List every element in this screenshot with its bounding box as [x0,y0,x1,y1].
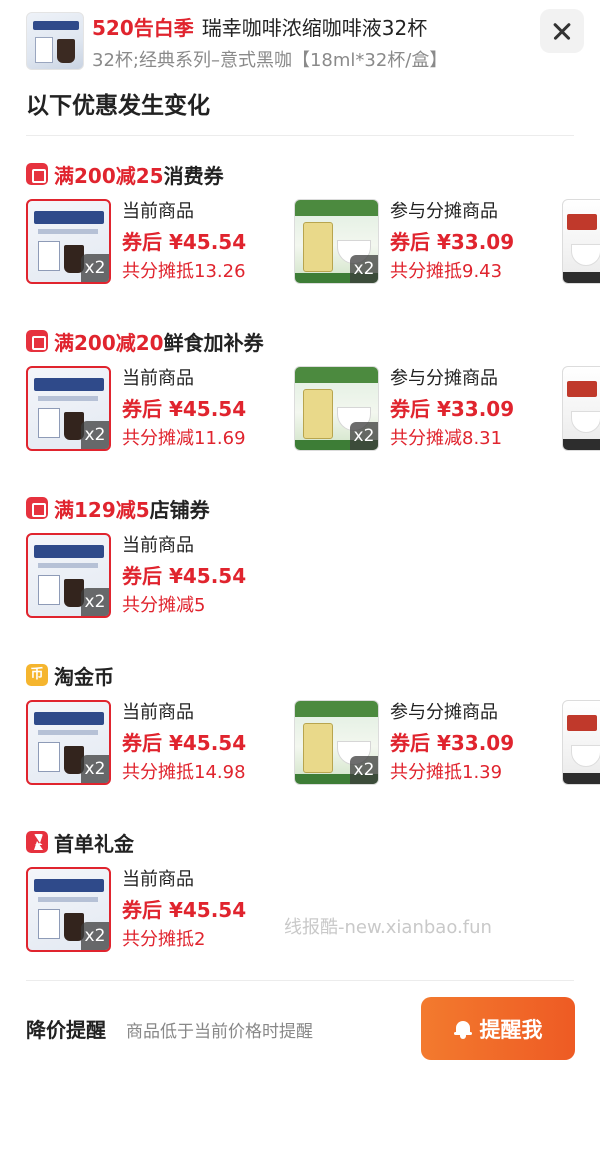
section-title-highlight: 满129减5 [54,497,150,522]
product-price: 券后 ¥45.54 [122,898,247,922]
product-spec: 32杯;经典系列–意式黑咖【18ml*32杯/盒】 [92,50,448,71]
promo-tag: 520告白季 [92,16,194,40]
page-heading: 以下优惠发生变化 [26,93,210,119]
quantity-badge: x2 [81,421,109,449]
section-title: 首单礼金 [26,829,134,856]
coupon-icon [26,163,48,185]
section-title-suffix: 淘金币 [54,664,114,689]
discount-section-fresh-food-coupon: 满200减20 鲜食加补券 x2 当前商品 券后 ¥45.54 共分摊减11.69… [0,328,600,488]
product-label: 当前商品 [122,201,194,222]
discount-section-consumer-coupon: 满200减25 消费券 x2 当前商品 券后 ¥45.54 共分摊抵13.26 x… [0,161,600,321]
coffee-product-image: x2 [26,867,111,952]
partial-product-image[interactable] [562,366,600,451]
quantity-badge: x2 [350,255,378,283]
rice-product-image: x2 [294,700,379,785]
section-title: 币 淘金币 [26,662,114,689]
share-amount: 共分摊减11.69 [122,428,246,449]
quantity-badge: x2 [350,756,378,784]
product-header: 520告白季 瑞幸咖啡浓缩咖啡液32杯 32杯;经典系列–意式黑咖【18ml*32… [0,0,600,140]
product-label: 参与分摊商品 [390,368,498,389]
product-price: 券后 ¥45.54 [122,230,247,254]
coin-icon-glyph: 币 [30,667,44,682]
product-label: 当前商品 [122,535,194,556]
remind-me-button[interactable]: 提醒我 [421,997,575,1060]
product-label: 参与分摊商品 [390,702,498,723]
coffee-product-image: x2 [26,199,111,284]
section-title: 满200减25 消费券 [26,161,224,188]
partial-product-image[interactable] [562,199,600,284]
section-title-suffix: 店铺券 [149,497,210,522]
rice-product-image: x2 [294,199,379,284]
product-price: 券后 ¥45.54 [122,397,247,421]
share-amount: 共分摊减8.31 [390,428,503,449]
share-amount: 共分摊减5 [122,595,206,616]
product-label: 参与分摊商品 [390,201,498,222]
share-amount: 共分摊抵14.98 [122,762,246,783]
share-amount: 共分摊抵9.43 [390,261,503,282]
share-amount: 共分摊抵2 [122,929,206,950]
coffee-product-image: x2 [26,533,111,618]
section-title-suffix: 首单礼金 [54,831,134,856]
quantity-badge: x2 [350,422,378,450]
section-title-suffix: 鲜食加补券 [163,330,264,355]
product-price: 券后 ¥45.54 [122,731,247,755]
lightning-icon [26,831,48,853]
section-title-suffix: 消费券 [163,163,224,188]
discount-section-store-coupon: 满129减5 店铺券 x2 当前商品 券后 ¥45.54 共分摊减5 [0,495,600,655]
share-amount: 共分摊抵13.26 [122,261,246,282]
discount-section-first-order-gift: 首单礼金 x2 当前商品 券后 ¥45.54 共分摊抵2 [0,829,600,989]
coupon-icon [26,330,48,352]
product-label: 当前商品 [122,368,194,389]
close-button[interactable] [540,9,584,53]
coffee-product-image: x2 [26,366,111,451]
product-thumbnail [26,12,84,70]
divider [26,980,574,981]
product-title: 瑞幸咖啡浓缩咖啡液32杯 [201,16,428,40]
partial-product-image[interactable] [562,700,600,785]
product-price: 券后 ¥33.09 [390,731,515,755]
watermark-text: 线报酷-new.xianbao.fun [284,917,492,938]
divider [26,135,574,136]
product-price: 券后 ¥33.09 [390,230,515,254]
store-icon [26,497,48,519]
quantity-badge: x2 [81,755,109,783]
price-alert-title: 降价提醒 [26,1018,106,1042]
section-title: 满129减5 店铺券 [26,495,210,522]
product-label: 当前商品 [122,702,194,723]
quantity-badge: x2 [81,254,109,282]
section-title-highlight: 满200减25 [54,163,164,188]
bell-icon [453,1019,472,1039]
coffee-product-image: x2 [26,700,111,785]
product-title-row: 520告白季 瑞幸咖啡浓缩咖啡液32杯 [92,12,427,41]
coin-icon: 币 [26,664,48,686]
section-title-highlight: 满200减20 [54,330,164,355]
share-amount: 共分摊抵1.39 [390,762,503,783]
rice-product-image: x2 [294,366,379,451]
remind-me-label: 提醒我 [479,1017,543,1042]
product-label: 当前商品 [122,869,194,890]
quantity-badge: x2 [81,922,109,950]
product-price: 券后 ¥45.54 [122,564,247,588]
product-price: 券后 ¥33.09 [390,397,515,421]
quantity-badge: x2 [81,588,109,616]
section-title: 满200减20 鲜食加补券 [26,328,264,355]
discount-section-taojinbi: 币 淘金币 x2 当前商品 券后 ¥45.54 共分摊抵14.98 x2 参与分… [0,662,600,822]
price-alert-description: 商品低于当前价格时提醒 [126,1022,313,1042]
